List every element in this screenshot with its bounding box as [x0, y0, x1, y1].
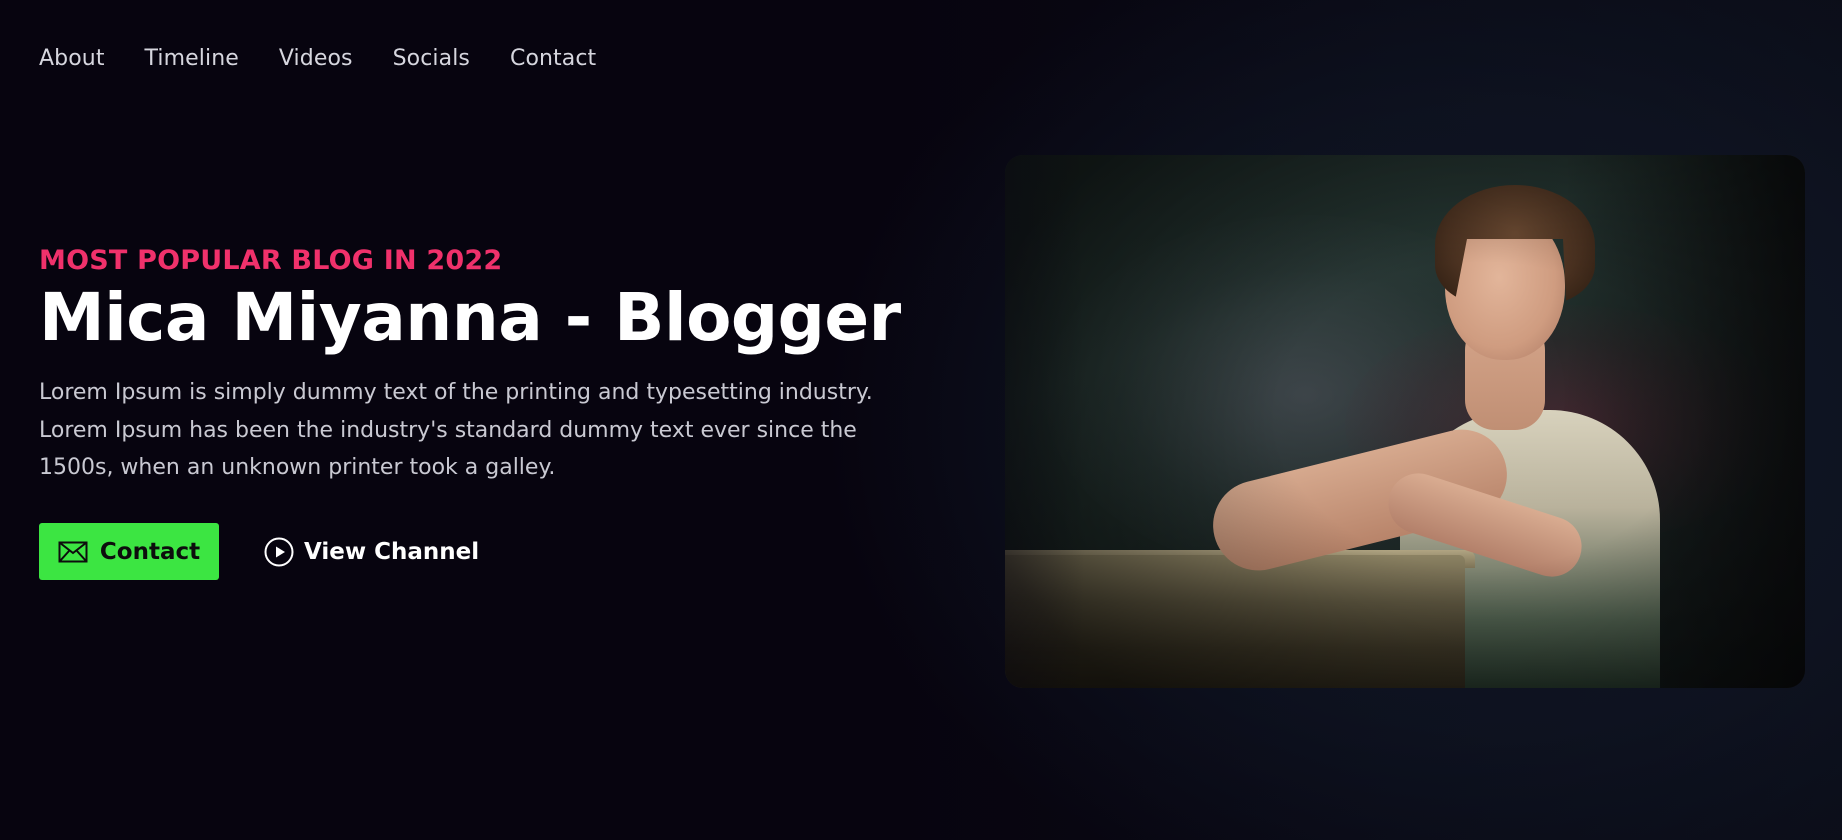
nav-item-socials[interactable]: Socials — [393, 46, 470, 71]
view-channel-label: View Channel — [304, 538, 480, 565]
play-circle-icon — [264, 537, 294, 567]
hero-description: Lorem Ipsum is simply dummy text of the … — [39, 380, 873, 480]
envelope-icon — [58, 541, 88, 563]
nav-item-timeline[interactable]: Timeline — [145, 46, 239, 71]
contact-button-label: Contact — [99, 538, 201, 565]
contact-button[interactable]: Contact — [39, 523, 219, 580]
hero-section: MOST POPULAR BLOG IN 2022 Mica Miyanna -… — [39, 245, 919, 487]
nav-item-videos[interactable]: Videos — [279, 46, 353, 71]
hero-title: Mica Miyanna - Blogger — [39, 279, 901, 356]
main-nav: About Timeline Videos Socials Contact — [39, 46, 636, 71]
view-channel-button[interactable]: View Channel — [264, 537, 479, 567]
hero-eyebrow: MOST POPULAR BLOG IN 2022 — [39, 245, 503, 276]
hero-actions: Contact View Channel — [39, 523, 479, 580]
hero-portrait-image — [1005, 155, 1805, 688]
nav-item-contact[interactable]: Contact — [510, 46, 596, 71]
nav-item-about[interactable]: About — [39, 46, 105, 71]
